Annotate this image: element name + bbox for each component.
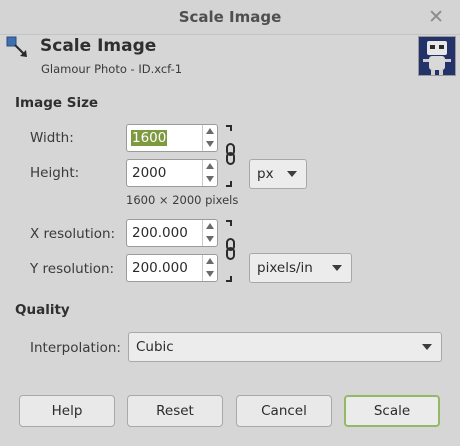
spin-up-icon[interactable]	[206, 128, 214, 134]
interpolation-label: Interpolation:	[30, 340, 121, 356]
chain-link-icon[interactable]	[223, 124, 239, 188]
image-size-heading: Image Size	[15, 95, 99, 111]
pixel-summary: 1600 × 2000 pixels	[126, 193, 239, 207]
interpolation-value: Cubic	[136, 339, 174, 355]
y-resolution-input[interactable]: 200.000	[126, 254, 218, 282]
width-input[interactable]: 1600	[126, 124, 218, 152]
size-unit-select[interactable]: px	[249, 159, 307, 189]
x-resolution-stepper[interactable]	[202, 220, 217, 246]
spin-up-icon[interactable]	[206, 258, 214, 264]
width-label: Width:	[30, 130, 74, 146]
title-bar: Scale Image ✕	[0, 0, 460, 35]
height-value: 2000	[132, 165, 167, 181]
dialog-title: Scale Image	[40, 36, 157, 56]
window-title: Scale Image	[178, 8, 282, 26]
y-resolution-stepper[interactable]	[202, 255, 217, 281]
spin-up-icon[interactable]	[206, 163, 214, 169]
height-stepper[interactable]	[202, 160, 217, 186]
image-thumbnail	[418, 36, 456, 76]
x-resolution-input[interactable]: 200.000	[126, 219, 218, 247]
reset-button[interactable]: Reset	[127, 395, 223, 427]
dropdown-arrow-icon	[287, 171, 297, 177]
spin-down-icon[interactable]	[206, 141, 214, 147]
x-resolution-label: X resolution:	[30, 226, 116, 242]
help-button[interactable]: Help	[19, 395, 115, 427]
quality-heading: Quality	[15, 302, 70, 318]
chain-link-icon[interactable]	[223, 219, 239, 283]
spin-up-icon[interactable]	[206, 223, 214, 229]
width-stepper[interactable]	[202, 125, 217, 151]
spin-down-icon[interactable]	[206, 236, 214, 242]
height-input[interactable]: 2000	[126, 159, 218, 187]
interpolation-select[interactable]: Cubic	[128, 332, 442, 362]
scale-image-icon	[6, 36, 27, 57]
scale-button[interactable]: Scale	[344, 395, 440, 427]
cancel-button[interactable]: Cancel	[236, 395, 332, 427]
size-unit-value: px	[257, 166, 274, 182]
resolution-unit-value: pixels/in	[257, 260, 313, 276]
y-resolution-label: Y resolution:	[30, 261, 115, 277]
dropdown-arrow-icon	[422, 344, 432, 350]
image-name: Glamour Photo - ID.xcf-1	[41, 62, 183, 76]
height-label: Height:	[30, 165, 80, 181]
dropdown-arrow-icon	[332, 265, 342, 271]
width-value: 1600	[131, 130, 168, 146]
resolution-unit-select[interactable]: pixels/in	[249, 253, 352, 283]
x-resolution-value: 200.000	[132, 225, 188, 241]
y-resolution-value: 200.000	[132, 260, 188, 276]
spin-down-icon[interactable]	[206, 271, 214, 277]
spin-down-icon[interactable]	[206, 176, 214, 182]
close-icon[interactable]: ✕	[428, 6, 444, 28]
